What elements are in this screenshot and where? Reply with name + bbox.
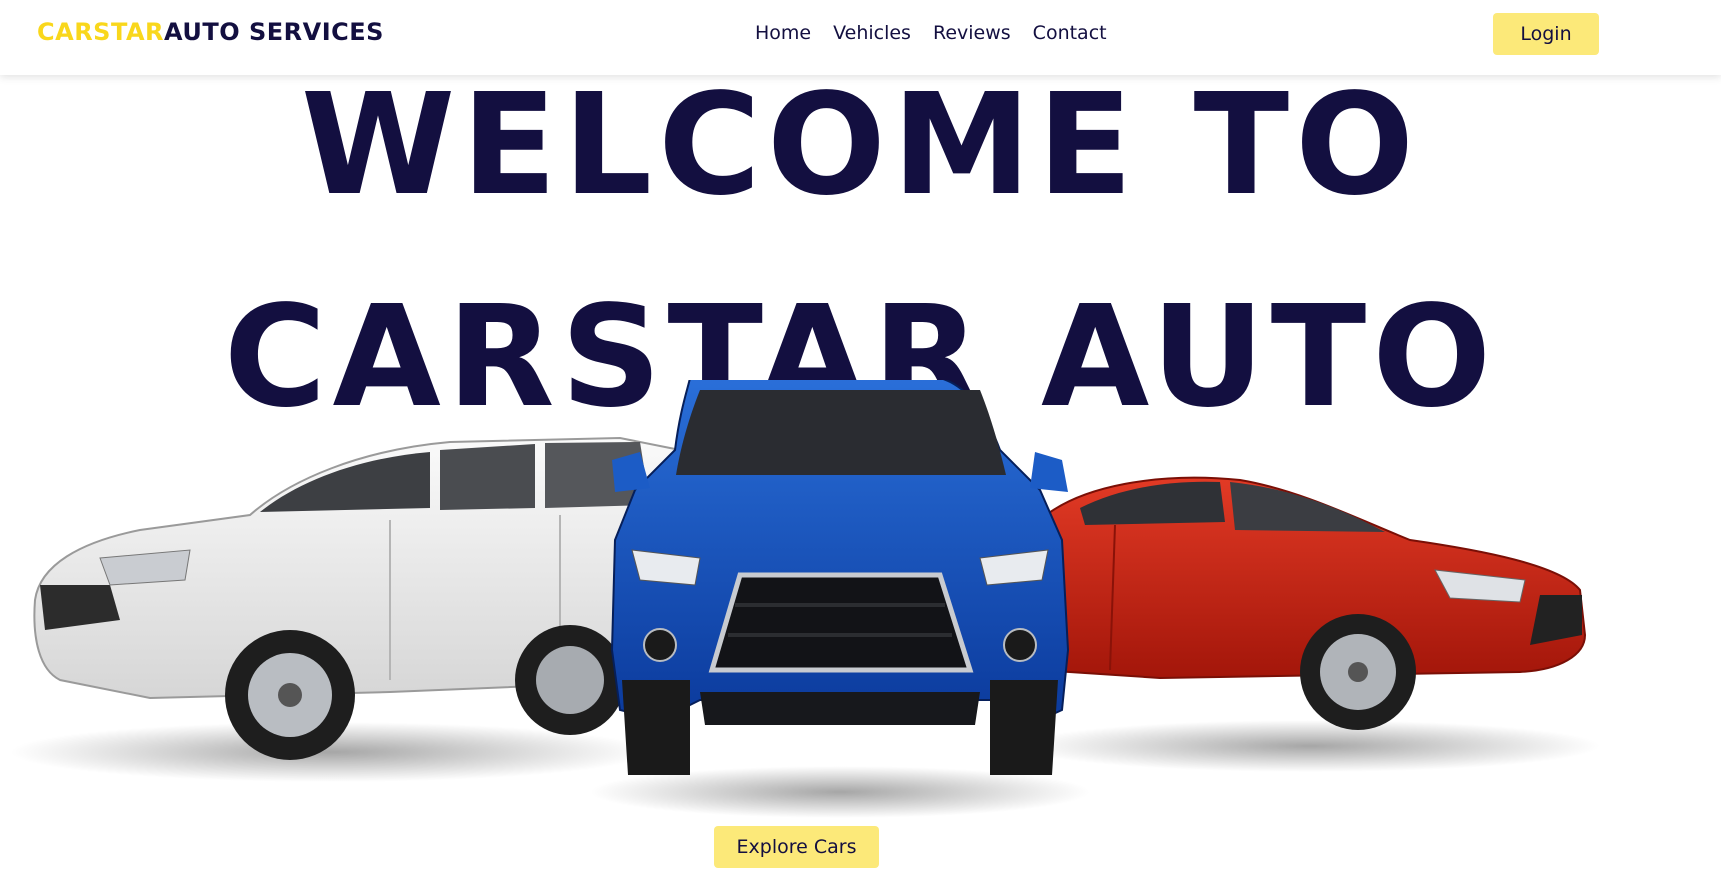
site-logo[interactable]: CARSTARAUTO SERVICES <box>37 18 384 46</box>
navbar: CARSTARAUTO SERVICES Home Vehicles Revie… <box>0 0 1721 75</box>
car-shadow <box>1020 720 1600 772</box>
hero-cars-image <box>10 380 1600 818</box>
logo-accent-text: CARSTAR <box>37 18 165 46</box>
blue-crossover <box>610 380 1070 775</box>
white-suv <box>33 436 681 760</box>
main-nav: Home Vehicles Reviews Contact <box>755 22 1107 44</box>
login-button[interactable]: Login <box>1493 13 1599 55</box>
nav-link-reviews[interactable]: Reviews <box>933 22 1011 44</box>
nav-link-home[interactable]: Home <box>755 22 811 44</box>
nav-link-vehicles[interactable]: Vehicles <box>833 22 911 44</box>
logo-rest-text: AUTO SERVICES <box>164 18 384 46</box>
explore-cars-button[interactable]: Explore Cars <box>714 826 879 868</box>
hero-title-line-1: WELCOME TO <box>300 64 1421 227</box>
red-sedan <box>1028 476 1587 730</box>
nav-link-contact[interactable]: Contact <box>1033 22 1107 44</box>
